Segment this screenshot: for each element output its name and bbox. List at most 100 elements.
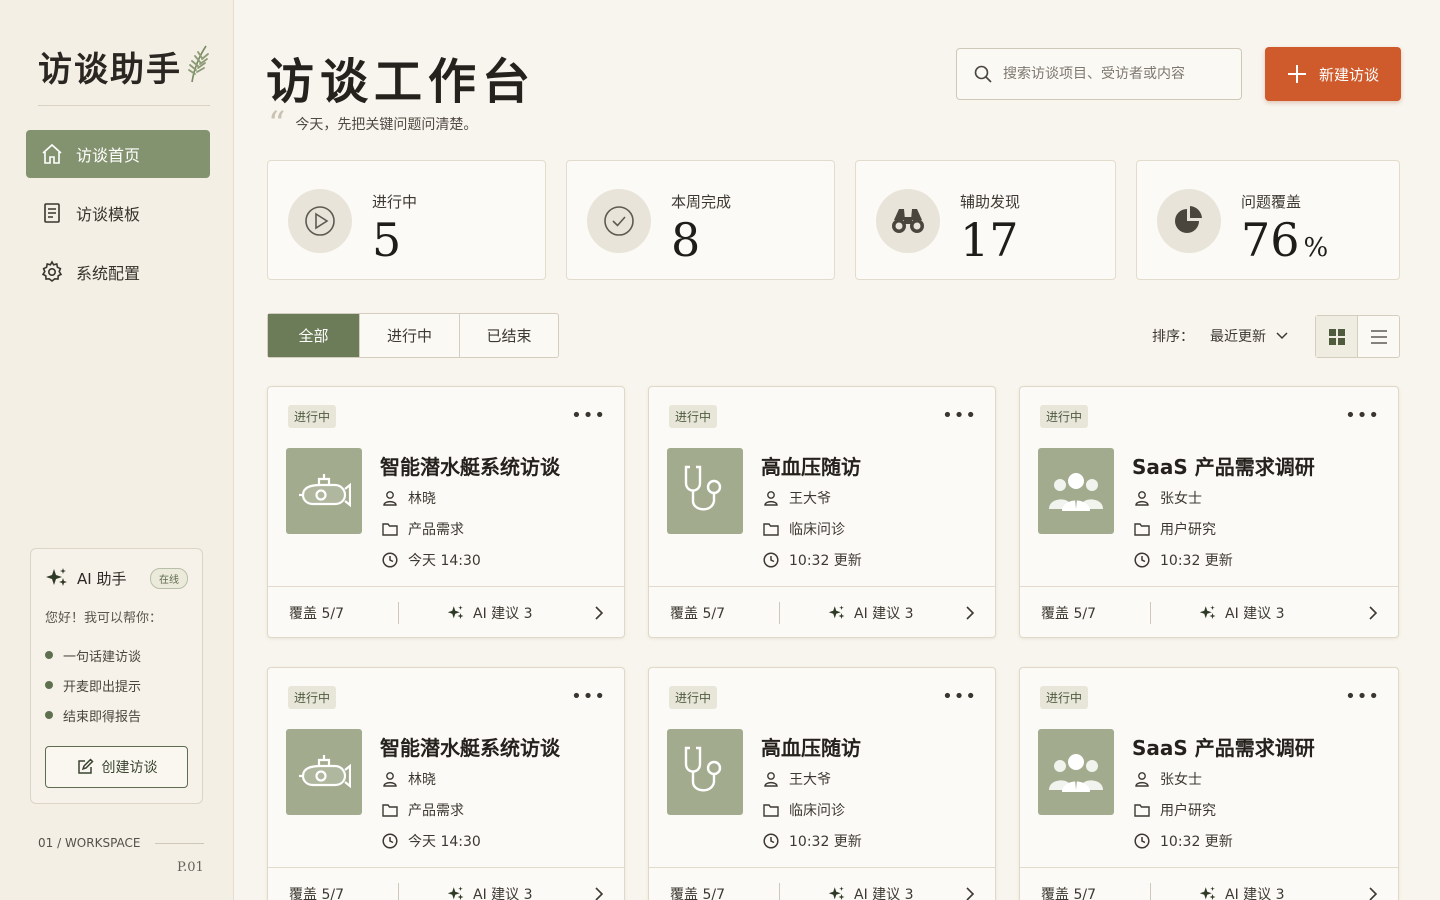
category-name: 临床问诊 (789, 522, 845, 538)
more-options-icon[interactable]: ••• (1345, 686, 1380, 707)
interview-card[interactable]: 进行中 ••• 智能潜水艇系统访谈 林晓 产品需求 今天 14:30 覆盖 5/… (267, 667, 625, 900)
ai-suggestion-count[interactable]: AI 建议 3 (1199, 603, 1285, 623)
sidebar-nav: 访谈首页 访谈模板 系统配置 (26, 130, 210, 307)
interview-card[interactable]: 进行中 ••• 高血压随访 王大爷 临床问诊 10:32 更新 覆盖 5/7 A… (648, 667, 996, 900)
folder-icon (763, 804, 779, 817)
interview-time: 今天 14:30 (382, 831, 481, 851)
interview-thumbnail (667, 448, 743, 534)
list-view-button[interactable] (1358, 316, 1399, 357)
grid-view-button[interactable] (1316, 316, 1358, 357)
list-item: 开麦即出提示 (45, 670, 188, 700)
chevron-right-icon[interactable] (594, 606, 604, 620)
sparkle-icon (447, 886, 464, 900)
tab-all[interactable]: 全部 (268, 314, 360, 357)
chevron-right-icon[interactable] (594, 887, 604, 900)
clock-icon (1134, 833, 1150, 849)
more-options-icon[interactable]: ••• (1345, 405, 1380, 426)
sidebar-item-templates[interactable]: 访谈模板 (26, 189, 210, 237)
sidebar-item-home[interactable]: 访谈首页 (26, 130, 210, 178)
more-options-icon[interactable]: ••• (942, 686, 977, 707)
sidebar-item-label: 系统配置 (76, 264, 141, 283)
category-name: 产品需求 (408, 522, 464, 538)
ai-suggestion-count[interactable]: AI 建议 3 (828, 884, 914, 900)
workspace-text: 01 / WORKSPACE (38, 836, 141, 850)
more-options-icon[interactable]: ••• (571, 405, 606, 426)
stat-icon-circle (1157, 189, 1221, 253)
chevron-right-icon[interactable] (965, 887, 975, 900)
stat-number: 76 (1241, 213, 1300, 267)
interview-title: SaaS 产品需求调研 (1132, 455, 1315, 479)
ai-suggestion-label: AI 建议 3 (473, 606, 533, 622)
interview-card[interactable]: 进行中 ••• SaaS 产品需求调研 张女士 用户研究 10:32 更新 覆盖… (1019, 667, 1399, 900)
tab-in-progress[interactable]: 进行中 (360, 314, 460, 357)
more-options-icon[interactable]: ••• (571, 686, 606, 707)
sparkle-icon (46, 568, 67, 586)
chevron-right-icon[interactable] (1368, 606, 1378, 620)
interview-time: 10:32 更新 (763, 550, 862, 570)
interview-thumbnail (667, 729, 743, 815)
submarine-icon (299, 755, 351, 789)
interview-card[interactable]: 进行中 ••• 高血压随访 王大爷 临床问诊 10:32 更新 覆盖 5/7 A… (648, 386, 996, 638)
people-group-icon (1049, 473, 1103, 511)
more-options-icon[interactable]: ••• (942, 405, 977, 426)
ai-suggestion-count[interactable]: AI 建议 3 (828, 603, 914, 623)
interview-title: 高血压随访 (761, 455, 861, 479)
grid-icon (1328, 328, 1345, 345)
brand-title: 访谈助手 (38, 50, 182, 90)
time-text: 今天 14:30 (408, 834, 481, 850)
divider (398, 883, 399, 900)
status-badge: 进行中 (1040, 686, 1089, 709)
bullet-dot-icon (45, 711, 53, 719)
search-input[interactable] (1003, 66, 1223, 82)
sparkle-icon (1199, 605, 1216, 619)
subtitle-text: 今天，先把关键问题问清楚。 (295, 117, 478, 133)
interview-card[interactable]: 进行中 ••• 智能潜水艇系统访谈 林晓 产品需求 今天 14:30 覆盖 5/… (267, 386, 625, 638)
play-icon (305, 206, 335, 236)
time-text: 今天 14:30 (408, 553, 481, 569)
bullet-dot-icon (45, 681, 53, 689)
list-item-label: 一句话建访谈 (63, 649, 142, 665)
divider (1150, 883, 1151, 900)
new-interview-button[interactable]: 新建访谈 (1265, 47, 1401, 101)
home-icon (42, 143, 62, 164)
interview-title: SaaS 产品需求调研 (1132, 736, 1315, 760)
ai-suggestion-count[interactable]: AI 建议 3 (447, 884, 533, 900)
filter-tabs: 全部 进行中 已结束 (267, 313, 559, 358)
person-name: 张女士 (1160, 491, 1202, 507)
ai-suggestion-label: AI 建议 3 (1225, 887, 1285, 900)
coverage-count: 覆盖 5/7 (670, 606, 725, 622)
person-icon (1135, 772, 1149, 787)
ai-assistant-panel: AI 助手 在线 您好！我可以帮你： 一句话建访谈 开麦即出提示 结束即得报告 … (30, 548, 203, 804)
page-number: P.01 (177, 860, 204, 875)
person-icon (764, 772, 778, 787)
tab-finished[interactable]: 已结束 (460, 314, 558, 357)
ai-suggestion-count[interactable]: AI 建议 3 (1199, 884, 1285, 900)
sidebar-item-settings[interactable]: 系统配置 (26, 248, 210, 296)
chevron-right-icon[interactable] (1368, 887, 1378, 900)
interview-person: 林晓 (382, 488, 436, 508)
ai-suggestion-label: AI 建议 3 (854, 606, 914, 622)
create-interview-button[interactable]: 创建访谈 (45, 746, 188, 788)
stat-label: 辅助发现 (960, 193, 1021, 211)
interview-thumbnail (1038, 448, 1114, 534)
interview-title: 智能潜水艇系统访谈 (380, 736, 560, 760)
stat-icon-circle (288, 189, 352, 253)
person-name: 张女士 (1160, 772, 1202, 788)
interview-thumbnail (286, 729, 362, 815)
list-item: 一句话建访谈 (45, 640, 188, 670)
person-name: 王大爷 (789, 772, 831, 788)
clock-icon (1134, 552, 1150, 568)
card-footer: 覆盖 5/7 AI 建议 3 (268, 867, 624, 900)
quote-mark-icon: “ (268, 104, 286, 144)
ai-suggestion-count[interactable]: AI 建议 3 (447, 603, 533, 623)
sort-dropdown[interactable]: 排序： 最近更新 (1152, 326, 1288, 346)
divider (1150, 602, 1151, 624)
card-footer: 覆盖 5/7 AI 建议 3 (268, 586, 624, 639)
chevron-right-icon[interactable] (965, 606, 975, 620)
stat-card-in-progress: 进行中 5 (267, 160, 546, 280)
coverage-count: 覆盖 5/7 (1041, 606, 1096, 622)
stat-icon-circle (876, 189, 940, 253)
interview-thumbnail (1038, 729, 1114, 815)
stethoscope-icon (684, 465, 722, 511)
interview-card[interactable]: 进行中 ••• SaaS 产品需求调研 张女士 用户研究 10:32 更新 覆盖… (1019, 386, 1399, 638)
